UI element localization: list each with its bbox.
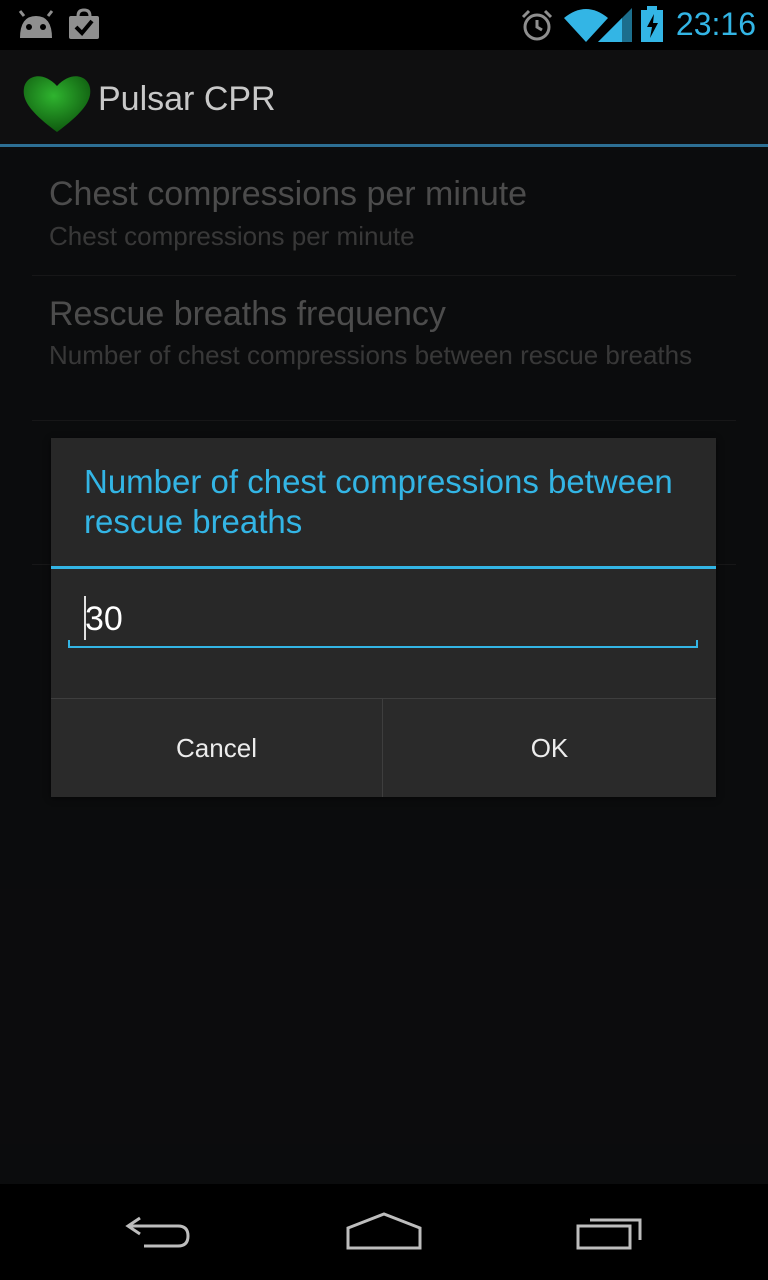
android-icon [18, 10, 54, 38]
app-title: Pulsar CPR [98, 80, 276, 118]
number-dialog: Number of chest compressions between res… [51, 438, 716, 797]
input-value: 30 [85, 600, 123, 638]
signal-icon [598, 8, 632, 42]
cancel-button[interactable]: Cancel [51, 699, 383, 797]
home-icon [346, 1212, 422, 1250]
navigation-bar [0, 1184, 768, 1280]
recent-apps-icon [576, 1218, 642, 1250]
status-time: 23:16 [675, 6, 756, 42]
recent-apps-button[interactable] [535, 1184, 685, 1280]
action-bar: Pulsar CPR [0, 50, 768, 147]
input-underline-right [696, 640, 698, 648]
text-cursor [84, 596, 86, 640]
home-button[interactable] [309, 1184, 459, 1280]
input-underline [68, 646, 698, 648]
back-button[interactable] [84, 1184, 234, 1280]
dialog-title-divider [51, 566, 716, 569]
ok-button[interactable]: OK [383, 699, 716, 797]
dialog-title: Number of chest compressions between res… [84, 463, 673, 540]
back-icon [125, 1216, 190, 1248]
alarm-icon [521, 9, 553, 41]
battery-charging-icon [641, 6, 663, 42]
dialog-button-bar: Cancel OK [51, 698, 716, 797]
heart-icon[interactable] [22, 72, 92, 134]
compressions-input[interactable]: 30 [68, 588, 698, 648]
status-bar: 23:16 [0, 0, 768, 50]
input-underline-left [68, 640, 70, 648]
shopping-bag-check-icon [69, 8, 99, 39]
